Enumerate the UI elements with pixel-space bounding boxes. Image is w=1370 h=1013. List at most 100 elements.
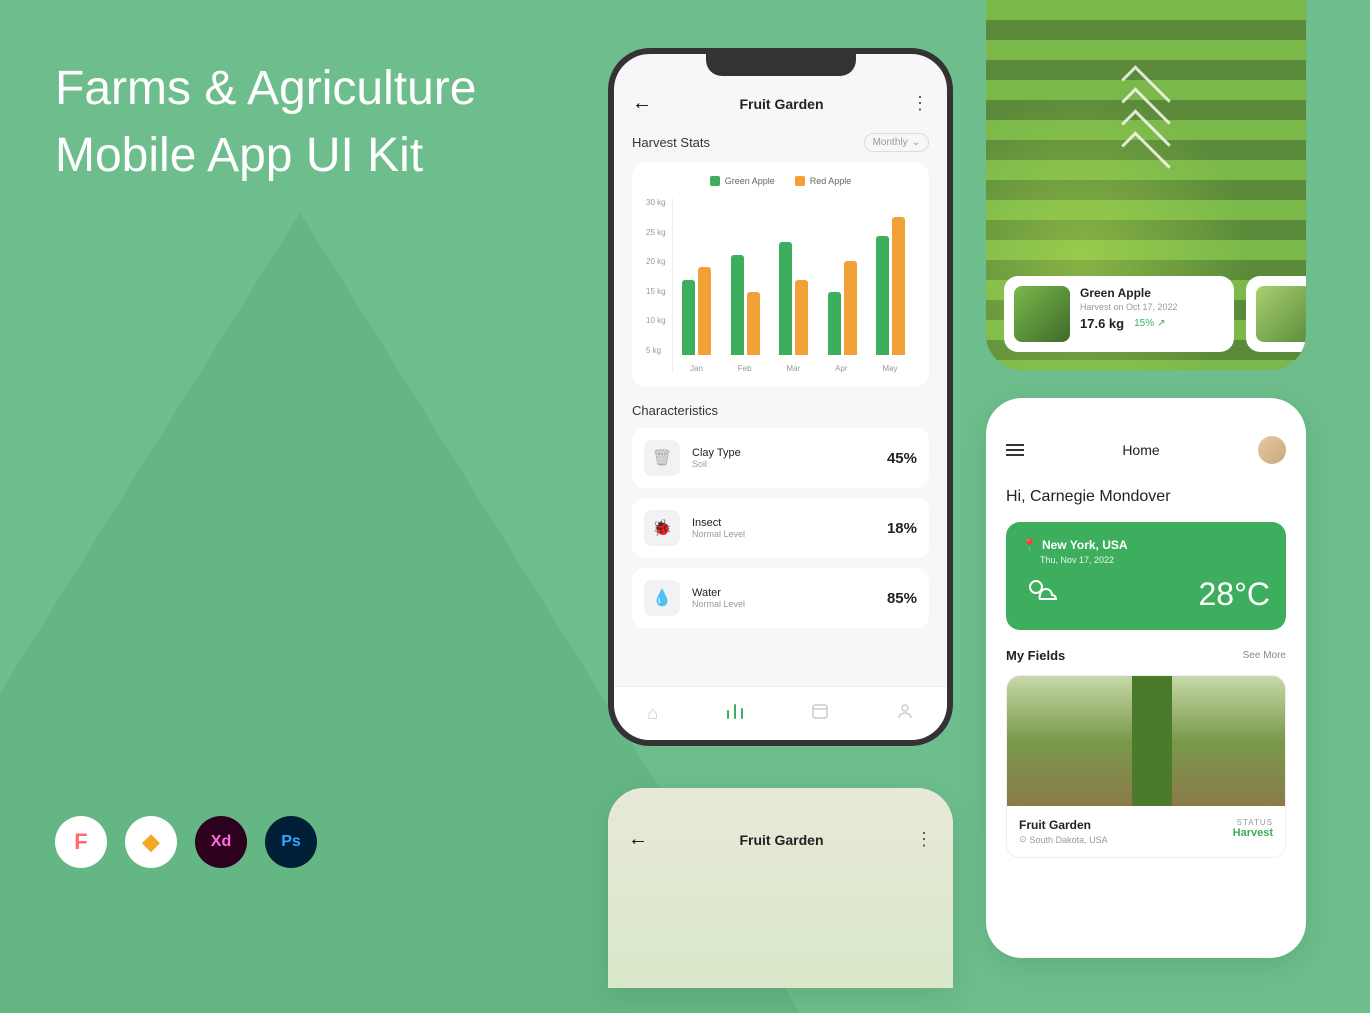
crop-weight: 17.6 kg xyxy=(1080,316,1124,331)
char-value: 45% xyxy=(887,450,917,467)
bar xyxy=(682,280,695,355)
char-value: 85% xyxy=(887,590,917,607)
y-axis: 30 kg25 kg20 kg15 kg10 kg5 kg xyxy=(646,198,672,373)
see-more-link[interactable]: See More xyxy=(1243,650,1286,661)
phone-map: Green Apple Harvest on Oct 17, 2022 17.6… xyxy=(986,0,1306,370)
crop-thumb xyxy=(1014,286,1070,342)
menu-icon[interactable] xyxy=(1006,444,1024,456)
sketch-icon: ◆ xyxy=(125,816,177,868)
phone-home: Home Hi, Carnegie Mondover 📍 New York, U… xyxy=(986,398,1306,958)
field-card[interactable]: Fruit Garden ⊙South Dakota, USA STATUS H… xyxy=(1006,675,1286,858)
chart-card: Green Apple Red Apple 30 kg25 kg20 kg15 … xyxy=(632,162,929,387)
hero-title: Farms & Agriculture Mobile App UI Kit xyxy=(55,55,476,189)
period-dropdown[interactable]: Monthly ⌄ xyxy=(864,133,929,152)
crop-sub: Harvest on Oct 17, 2022 xyxy=(1080,302,1224,312)
char-sub: Normal Level xyxy=(692,599,875,609)
xd-icon: Xd xyxy=(195,816,247,868)
bar xyxy=(731,255,744,355)
page-title: Home xyxy=(1122,442,1159,458)
x-tick: Apr xyxy=(835,364,847,373)
characteristic-item[interactable]: 🐞 Insect Normal Level 18% xyxy=(632,498,929,558)
bar-group xyxy=(731,255,760,355)
stats-title: Harvest Stats xyxy=(632,135,710,150)
y-tick: 30 kg xyxy=(646,198,666,207)
x-tick: Feb xyxy=(738,364,752,373)
char-label: Water xyxy=(692,587,875,599)
weather-temp: 28°C xyxy=(1199,576,1271,613)
char-icon: 🗑 xyxy=(644,440,680,476)
hero-line1: Farms & Agriculture xyxy=(55,55,476,122)
char-icon: 💧 xyxy=(644,580,680,616)
crop-pct: 15%↗ xyxy=(1134,318,1165,329)
field-location: ⊙South Dakota, USA xyxy=(1019,834,1108,845)
nav-stats-icon[interactable] xyxy=(725,701,745,726)
chart-legend: Green Apple Red Apple xyxy=(646,176,915,186)
notch xyxy=(706,54,856,76)
x-tick: Mar xyxy=(786,364,800,373)
weather-card[interactable]: 📍 New York, USA Thu, Nov 17, 2022 28°C xyxy=(1006,522,1286,630)
more-icon[interactable]: ⋮ xyxy=(911,93,929,114)
bar xyxy=(747,292,760,355)
crop-cards-row: Green Apple Harvest on Oct 17, 2022 17.6… xyxy=(1004,276,1306,352)
phone-detail: ← Fruit Garden ⋮ xyxy=(608,788,953,988)
bar xyxy=(876,236,889,355)
nav-home-icon[interactable]: ⌂ xyxy=(647,703,658,724)
tool-icons: F ◆ Xd Ps xyxy=(55,816,317,868)
bar-group xyxy=(828,261,857,355)
crop-card[interactable] xyxy=(1246,276,1306,352)
direction-chevrons xyxy=(1121,80,1171,166)
char-label: Insect xyxy=(692,517,875,529)
page-title: Fruit Garden xyxy=(739,96,823,112)
bar-group xyxy=(876,217,905,355)
more-icon[interactable]: ⋮ xyxy=(915,829,933,850)
crop-card[interactable]: Green Apple Harvest on Oct 17, 2022 17.6… xyxy=(1004,276,1234,352)
char-value: 18% xyxy=(887,520,917,537)
bar xyxy=(892,217,905,355)
field-image xyxy=(1007,676,1285,806)
y-tick: 5 kg xyxy=(646,346,666,355)
char-label: Clay Type xyxy=(692,447,875,459)
crop-thumb xyxy=(1256,286,1306,342)
char-sub: Normal Level xyxy=(692,529,875,539)
x-tick: Jan xyxy=(690,364,703,373)
back-arrow-icon[interactable]: ← xyxy=(632,92,652,115)
legend-red: Red Apple xyxy=(810,176,852,186)
fields-title: My Fields xyxy=(1006,648,1065,663)
bar xyxy=(844,261,857,355)
bar-group xyxy=(682,267,711,355)
characteristics-title: Characteristics xyxy=(632,403,718,418)
char-sub: Soil xyxy=(692,459,875,469)
y-tick: 10 kg xyxy=(646,316,666,325)
pin-icon: 📍 xyxy=(1022,538,1037,552)
y-tick: 25 kg xyxy=(646,228,666,237)
weather-icon xyxy=(1022,575,1062,614)
bar xyxy=(795,280,808,355)
weather-date: Thu, Nov 17, 2022 xyxy=(1040,555,1270,565)
status-label: STATUS xyxy=(1233,818,1273,827)
bar xyxy=(698,267,711,355)
nav-profile-icon[interactable] xyxy=(896,702,914,725)
legend-swatch-green xyxy=(710,176,720,186)
nav-calendar-icon[interactable] xyxy=(811,702,829,725)
pin-icon: ⊙ xyxy=(1019,834,1027,845)
header-bar: ← Fruit Garden ⋮ xyxy=(628,828,933,851)
characteristic-item[interactable]: 💧 Water Normal Level 85% xyxy=(632,568,929,628)
bars-container xyxy=(673,198,915,355)
char-icon: 🐞 xyxy=(644,510,680,546)
characteristics-list: 🗑 Clay Type Soil 45% 🐞 Insect Normal Lev… xyxy=(632,428,929,628)
page-title: Fruit Garden xyxy=(739,832,823,848)
legend-green: Green Apple xyxy=(725,176,775,186)
back-arrow-icon[interactable]: ← xyxy=(628,828,648,851)
ps-icon: Ps xyxy=(265,816,317,868)
avatar[interactable] xyxy=(1258,436,1286,464)
dropdown-label: Monthly xyxy=(873,137,908,148)
phone-stats: ← Fruit Garden ⋮ Harvest Stats Monthly ⌄… xyxy=(608,48,953,746)
x-axis: JanFebMarAprMay xyxy=(673,364,915,373)
legend-swatch-red xyxy=(795,176,805,186)
crop-title: Green Apple xyxy=(1080,286,1224,300)
bar xyxy=(828,292,841,355)
bottom-nav: ⌂ xyxy=(614,686,947,740)
header-bar: ← Fruit Garden ⋮ xyxy=(632,92,929,115)
characteristic-item[interactable]: 🗑 Clay Type Soil 45% xyxy=(632,428,929,488)
y-tick: 20 kg xyxy=(646,257,666,266)
